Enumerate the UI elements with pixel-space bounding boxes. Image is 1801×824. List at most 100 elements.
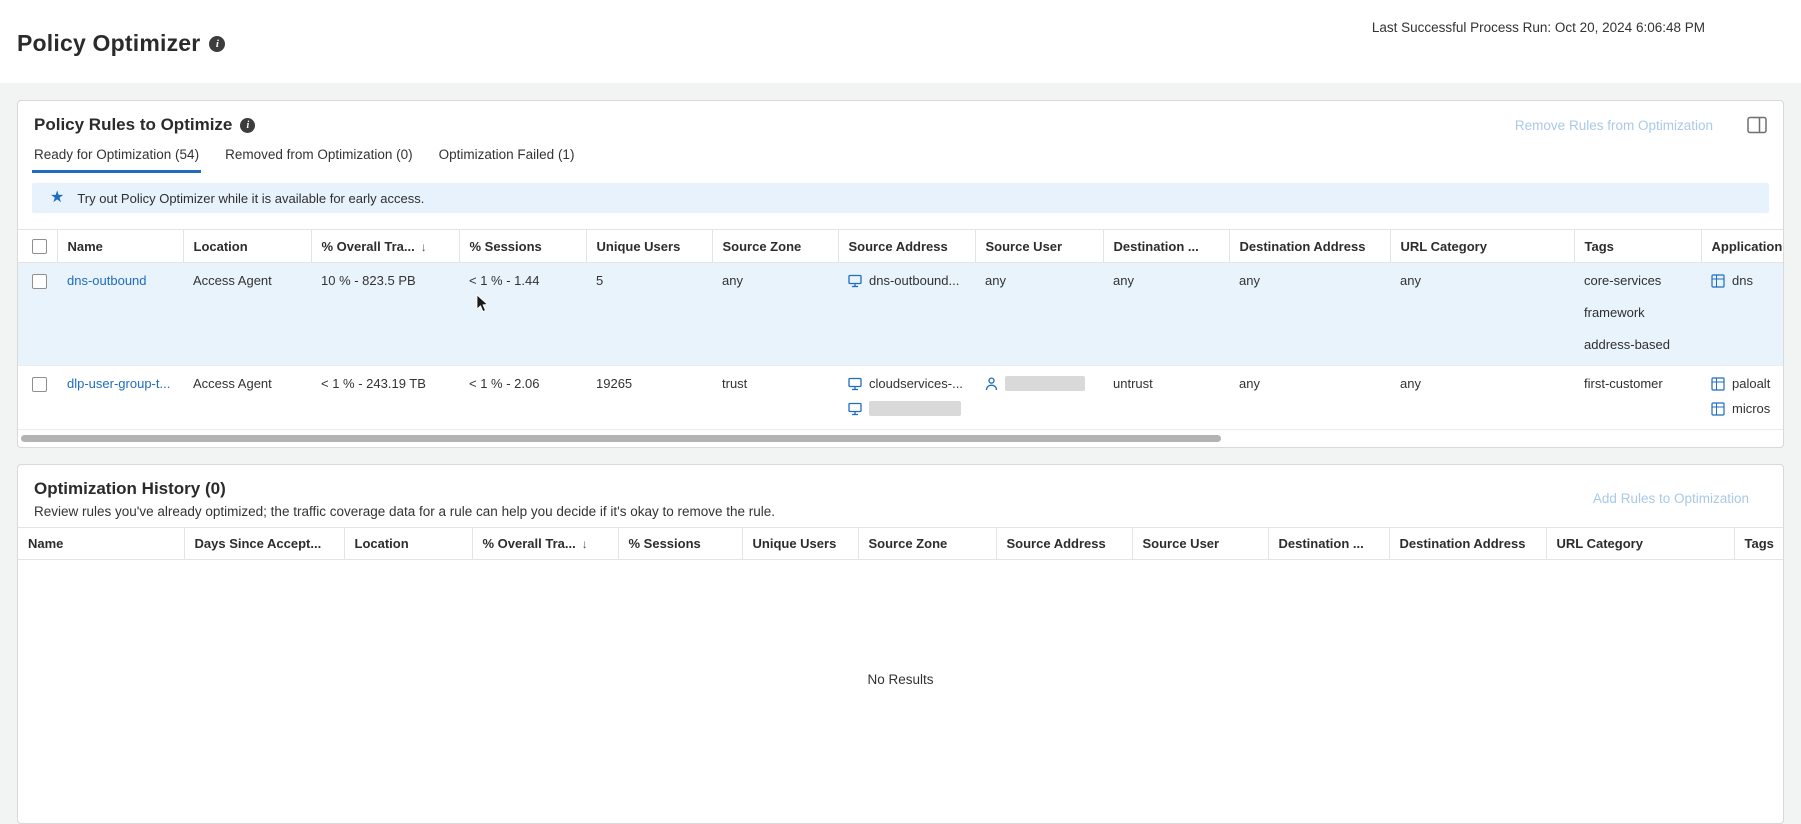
tag: first-customer	[1584, 376, 1691, 391]
column-header-location[interactable]: Location	[183, 230, 311, 263]
column-header-days-since-accepted[interactable]: Days Since Accept...	[184, 528, 344, 560]
redacted-source-address	[869, 401, 961, 416]
column-header-name[interactable]: Name	[18, 528, 184, 560]
cell-source-zone: any	[712, 263, 838, 366]
column-header-source-address[interactable]: Source Address	[838, 230, 975, 263]
column-header-overall-traffic[interactable]: % Overall Tra... ↓	[311, 230, 459, 263]
application-object-icon	[1711, 402, 1725, 416]
column-header-tags[interactable]: Tags	[1574, 230, 1701, 263]
column-header-name[interactable]: Name	[57, 230, 183, 263]
column-header-source-zone[interactable]: Source Zone	[858, 528, 996, 560]
cell-location: Access Agent	[183, 263, 311, 366]
star-icon: ★	[50, 190, 64, 206]
column-header-label: URL Category	[1557, 536, 1643, 551]
tab-bar: Ready for Optimization (54) Removed from…	[18, 147, 1783, 173]
row-checkbox[interactable]	[32, 274, 47, 289]
cell-source-user	[975, 366, 1103, 430]
redacted-source-user	[1005, 376, 1085, 391]
cell-application: paloalt micros	[1701, 366, 1783, 430]
column-header-label: % Sessions	[629, 536, 701, 551]
column-header-source-address[interactable]: Source Address	[996, 528, 1132, 560]
tab-removed-from-optimization[interactable]: Removed from Optimization (0)	[223, 147, 415, 173]
optimization-history-panel: Optimization History (0) Review rules yo…	[17, 464, 1784, 824]
cell-application: dns	[1701, 263, 1783, 366]
cell-sessions: < 1 % - 1.44	[459, 263, 586, 366]
cell-unique-users: 5	[586, 263, 712, 366]
column-settings-button[interactable]	[1747, 116, 1767, 134]
row-checkbox[interactable]	[32, 377, 47, 392]
tab-optimization-failed[interactable]: Optimization Failed (1)	[437, 147, 577, 173]
column-header-label: % Overall Tra...	[483, 536, 576, 551]
top-header: Policy Optimizer i Last Successful Proce…	[0, 0, 1801, 83]
application-text: paloalt	[1732, 376, 1770, 391]
column-header-label: Tags	[1585, 239, 1614, 254]
history-table-container: Name Days Since Accept... Location % Ove…	[18, 527, 1783, 790]
rules-header-row: Name Location % Overall Tra... ↓ % Sessio…	[18, 230, 1783, 263]
rule-name-link[interactable]: dns-outbound	[67, 273, 147, 288]
column-header-source-zone[interactable]: Source Zone	[712, 230, 838, 263]
remove-rules-button[interactable]: Remove Rules from Optimization	[1515, 118, 1713, 133]
history-panel-subtitle: Review rules you've already optimized; t…	[18, 504, 1783, 519]
column-header-unique-users[interactable]: Unique Users	[742, 528, 858, 560]
column-header-label: Destination Address	[1240, 239, 1366, 254]
column-header-destination-address[interactable]: Destination Address	[1229, 230, 1390, 263]
column-header-label: % Overall Tra...	[322, 239, 415, 254]
add-rules-button[interactable]: Add Rules to Optimization	[1593, 491, 1749, 506]
select-all-checkbox[interactable]	[32, 239, 47, 254]
cell-overall-traffic: < 1 % - 243.19 TB	[311, 366, 459, 430]
column-header-label: Source Zone	[723, 239, 802, 254]
column-header-location[interactable]: Location	[344, 528, 472, 560]
cell-destination-zone: untrust	[1103, 366, 1229, 430]
application-object-icon	[1711, 274, 1725, 288]
source-address-text: cloudservices-...	[869, 376, 963, 391]
column-header-destination-zone[interactable]: Destination ...	[1268, 528, 1389, 560]
cell-source-address: dns-outbound...	[838, 263, 975, 366]
early-access-banner: ★ Try out Policy Optimizer while it is a…	[32, 183, 1769, 213]
column-header-url-category[interactable]: URL Category	[1390, 230, 1574, 263]
column-header-sessions[interactable]: % Sessions	[618, 528, 742, 560]
cell-sessions: < 1 % - 2.06	[459, 366, 586, 430]
sort-descending-icon[interactable]: ↓	[582, 537, 588, 551]
columns-icon	[1747, 116, 1767, 134]
column-header-source-user[interactable]: Source User	[1132, 528, 1268, 560]
column-header-overall-traffic[interactable]: % Overall Tra... ↓	[472, 528, 618, 560]
address-object-icon	[848, 402, 862, 416]
tab-ready-for-optimization[interactable]: Ready for Optimization (54)	[32, 147, 201, 173]
cell-unique-users: 19265	[586, 366, 712, 430]
cell-source-user: any	[975, 263, 1103, 366]
column-header-label: Unique Users	[597, 239, 681, 254]
column-header-destination-address[interactable]: Destination Address	[1389, 528, 1546, 560]
cell-destination-address: any	[1229, 366, 1390, 430]
rule-name-link[interactable]: dlp-user-group-t...	[67, 376, 170, 391]
last-process-run-text: Last Successful Process Run: Oct 20, 202…	[1372, 20, 1705, 35]
horizontal-scrollbar[interactable]	[21, 435, 1221, 442]
address-object-icon	[848, 377, 862, 391]
column-header-label: Name	[68, 239, 103, 254]
column-header-url-category[interactable]: URL Category	[1546, 528, 1734, 560]
tag: address-based	[1584, 337, 1691, 352]
history-header-row: Name Days Since Accept... Location % Ove…	[18, 528, 1783, 560]
panel-title: Policy Rules to Optimize	[34, 115, 232, 135]
column-header-source-user[interactable]: Source User	[975, 230, 1103, 263]
info-icon[interactable]: i	[240, 118, 255, 133]
column-header-tags[interactable]: Tags	[1734, 528, 1783, 560]
info-icon[interactable]: i	[209, 36, 225, 52]
table-row[interactable]: dns-outbound Access Agent 10 % - 823.5 P…	[18, 263, 1783, 366]
column-header-destination-zone[interactable]: Destination ...	[1103, 230, 1229, 263]
cell-destination-zone: any	[1103, 263, 1229, 366]
column-header-label: Days Since Accept...	[195, 536, 322, 551]
tag: core-services	[1584, 273, 1691, 288]
column-header-label: Destination Address	[1400, 536, 1526, 551]
column-header-label: Source Address	[849, 239, 948, 254]
application-text: micros	[1732, 401, 1770, 416]
cell-destination-address: any	[1229, 263, 1390, 366]
sort-descending-icon[interactable]: ↓	[421, 240, 427, 254]
history-table: Name Days Since Accept... Location % Ove…	[18, 527, 1783, 560]
column-header-unique-users[interactable]: Unique Users	[586, 230, 712, 263]
column-header-label: Location	[194, 239, 248, 254]
column-header-sessions[interactable]: % Sessions	[459, 230, 586, 263]
table-row[interactable]: dlp-user-group-t... Access Agent < 1 % -…	[18, 366, 1783, 430]
column-header-label: Source User	[986, 239, 1063, 254]
page-title: Policy Optimizer	[17, 30, 200, 57]
column-header-application[interactable]: Application	[1701, 230, 1783, 263]
